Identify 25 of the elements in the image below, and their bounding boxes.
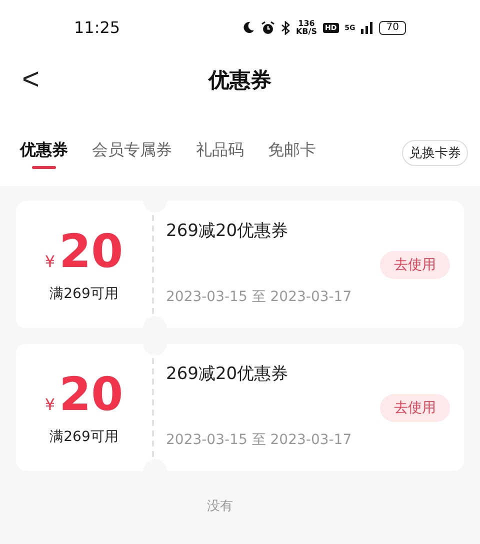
- tab[interactable]: 免邮卡: [268, 140, 316, 169]
- status-time: 11:25: [74, 18, 120, 37]
- use-button[interactable]: 去使用: [380, 394, 450, 422]
- coupon-condition: 满269可用: [50, 284, 118, 302]
- coupon-title: 269减20优惠券: [166, 220, 290, 242]
- battery-indicator: 70: [379, 20, 406, 34]
- bluetooth-icon: [280, 20, 290, 34]
- use-button[interactable]: 去使用: [380, 250, 450, 278]
- coupon-amount: ¥20: [44, 370, 124, 418]
- tab[interactable]: 会员专属券: [92, 140, 172, 169]
- page-title: 优惠券: [208, 67, 272, 94]
- coupon-validity: 2023-03-15 至 2023-03-17: [166, 288, 353, 306]
- coupon-title: 269减20优惠券: [166, 363, 290, 385]
- tab[interactable]: 礼品码: [196, 140, 244, 169]
- list-end-text: 没有: [207, 498, 233, 515]
- moon-icon: [242, 21, 255, 34]
- coupon-validity: 2023-03-15 至 2023-03-17: [166, 431, 353, 449]
- coupon-condition: 满269可用: [50, 428, 118, 446]
- signal-icon: [361, 22, 374, 34]
- alarm-icon: [260, 20, 275, 34]
- coupon-amount: ¥20: [44, 226, 124, 274]
- redeem-button[interactable]: 兑换卡券: [402, 140, 468, 166]
- tab[interactable]: 优惠券: [20, 140, 68, 169]
- network-speed: 136 KB/S: [296, 20, 317, 36]
- back-button[interactable]: <: [18, 65, 44, 95]
